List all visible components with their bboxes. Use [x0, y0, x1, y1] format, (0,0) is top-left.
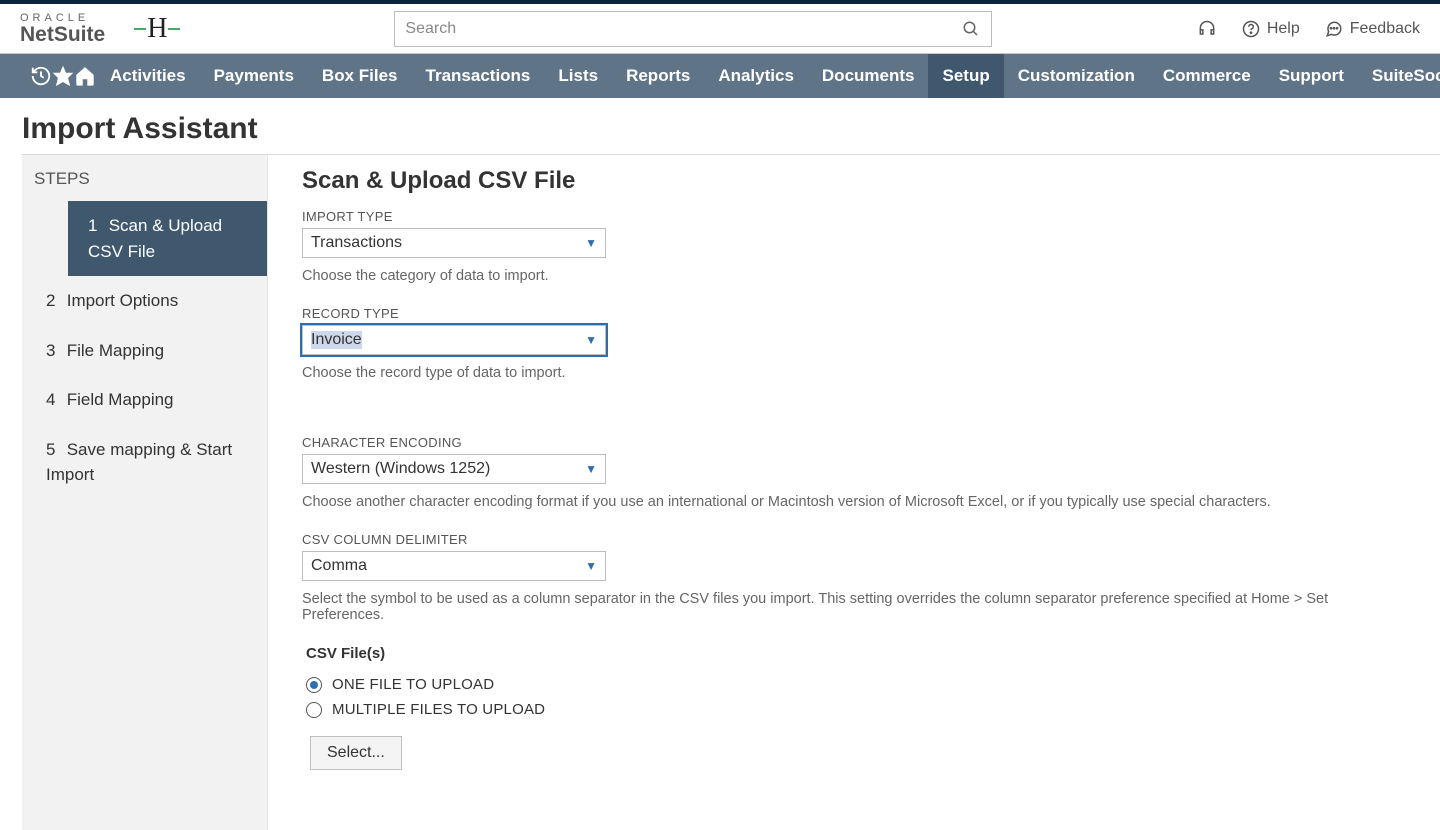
history-icon[interactable]: [30, 54, 52, 98]
csv-delimiter-field: CSV COLUMN DELIMITER Comma ▼ Select the …: [302, 532, 1410, 623]
import-type-select[interactable]: Transactions ▼: [302, 228, 606, 258]
step-3[interactable]: 3 File Mapping: [22, 326, 267, 376]
help-icon: [1241, 19, 1261, 39]
step-number: 4: [46, 387, 62, 413]
record-type-label: RECORD TYPE: [302, 306, 1410, 321]
steps-sidebar: STEPS 1 Scan & Upload CSV File2 Import O…: [22, 155, 268, 830]
nav-support[interactable]: Support: [1265, 54, 1358, 98]
radio-icon: [306, 702, 322, 718]
help-label: Help: [1267, 20, 1300, 38]
star-icon[interactable]: [52, 54, 74, 98]
nav-setup[interactable]: Setup: [928, 54, 1003, 98]
nav-box-files[interactable]: Box Files: [308, 54, 412, 98]
global-header: ORACLE NetSuite H Help Feedback: [0, 4, 1440, 54]
radio-label: ONE FILE TO UPLOAD: [332, 676, 494, 693]
headset-icon: [1197, 19, 1217, 39]
chevron-down-icon: ▼: [585, 462, 597, 476]
header-right: Help Feedback: [1197, 19, 1420, 39]
logo-line2: NetSuite: [20, 24, 105, 45]
chevron-down-icon: ▼: [585, 559, 597, 573]
import-type-label: IMPORT TYPE: [302, 209, 1410, 224]
csv-delimiter-value: Comma: [311, 557, 367, 575]
nav-reports[interactable]: Reports: [612, 54, 704, 98]
csv-delimiter-label: CSV COLUMN DELIMITER: [302, 532, 1410, 547]
step-number: 2: [46, 288, 62, 314]
step-2[interactable]: 2 Import Options: [22, 276, 267, 326]
nav-customization[interactable]: Customization: [1004, 54, 1149, 98]
nav-analytics[interactable]: Analytics: [704, 54, 808, 98]
feedback-label: Feedback: [1350, 20, 1420, 38]
record-type-field: RECORD TYPE Invoice ▼ Choose the record …: [302, 306, 1410, 381]
step-5[interactable]: 5 Save mapping & Start Import: [22, 425, 267, 500]
import-type-field: IMPORT TYPE Transactions ▼ Choose the ca…: [302, 209, 1410, 284]
global-search-wrap: [394, 11, 992, 47]
csv-upload-option-1[interactable]: MULTIPLE FILES TO UPLOAD: [302, 697, 1410, 722]
radio-icon: [306, 677, 322, 693]
radio-label: MULTIPLE FILES TO UPLOAD: [332, 701, 545, 718]
nav-payments[interactable]: Payments: [200, 54, 308, 98]
import-type-value: Transactions: [311, 234, 402, 252]
feedback-icon: [1324, 19, 1344, 39]
nav-suitesocial[interactable]: SuiteSocial: [1358, 54, 1440, 98]
step-number: 1: [88, 213, 104, 239]
main-area: STEPS 1 Scan & Upload CSV File2 Import O…: [22, 154, 1440, 830]
csv-delimiter-helper: Select the symbol to be used as a column…: [302, 591, 1410, 623]
csv-delimiter-select[interactable]: Comma ▼: [302, 551, 606, 581]
char-encoding-select[interactable]: Western (Windows 1252) ▼: [302, 454, 606, 484]
char-encoding-field: CHARACTER ENCODING Western (Windows 1252…: [302, 435, 1410, 510]
char-encoding-helper: Choose another character encoding format…: [302, 494, 1410, 510]
nav-documents[interactable]: Documents: [808, 54, 929, 98]
record-type-value: Invoice: [311, 331, 362, 349]
import-type-helper: Choose the category of data to import.: [302, 268, 1410, 284]
main-nav: ActivitiesPaymentsBox FilesTransactionsL…: [0, 54, 1440, 98]
select-file-button[interactable]: Select...: [310, 736, 402, 770]
home-icon[interactable]: [74, 54, 96, 98]
page-title: Import Assistant: [0, 98, 1440, 154]
oracle-netsuite-logo: ORACLE NetSuite: [20, 13, 105, 45]
sidebar-title: STEPS: [22, 163, 267, 201]
feedback-link[interactable]: Feedback: [1324, 19, 1420, 39]
record-type-select[interactable]: Invoice ▼: [302, 325, 606, 355]
chevron-down-icon: ▼: [585, 333, 597, 347]
csv-files-heading: CSV File(s): [306, 645, 1410, 662]
global-search[interactable]: [394, 11, 992, 47]
chevron-down-icon: ▼: [585, 236, 597, 250]
nav-transactions[interactable]: Transactions: [412, 54, 545, 98]
csv-upload-option-0[interactable]: ONE FILE TO UPLOAD: [302, 672, 1410, 697]
nav-activities[interactable]: Activities: [96, 54, 200, 98]
step-number: 3: [46, 338, 62, 364]
nav-lists[interactable]: Lists: [544, 54, 612, 98]
char-encoding-value: Western (Windows 1252): [311, 460, 490, 478]
nav-commerce[interactable]: Commerce: [1149, 54, 1265, 98]
section-title: Scan & Upload CSV File: [302, 167, 1410, 195]
search-icon[interactable]: [961, 19, 981, 39]
logo-line1: ORACLE: [20, 13, 105, 24]
char-encoding-label: CHARACTER ENCODING: [302, 435, 1410, 450]
notification-button[interactable]: [1197, 19, 1217, 39]
content-panel: Scan & Upload CSV File IMPORT TYPE Trans…: [268, 155, 1440, 830]
company-logo: H: [133, 13, 181, 45]
step-4[interactable]: 4 Field Mapping: [22, 375, 267, 425]
search-input[interactable]: [405, 20, 961, 38]
step-number: 5: [46, 437, 62, 463]
step-1[interactable]: 1 Scan & Upload CSV File: [68, 201, 267, 276]
help-link[interactable]: Help: [1241, 19, 1300, 39]
record-type-helper: Choose the record type of data to import…: [302, 365, 1410, 381]
